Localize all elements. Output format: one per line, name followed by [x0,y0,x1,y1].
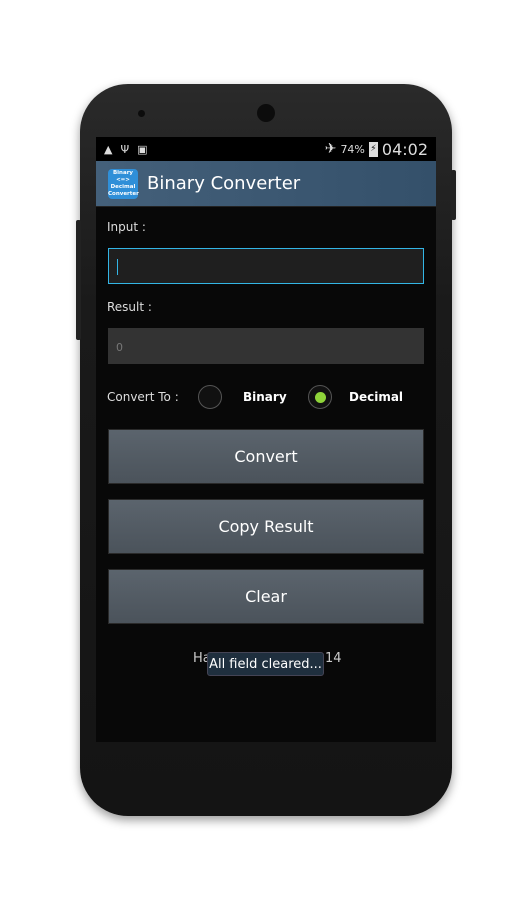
copy-result-button[interactable]: Copy Result [108,499,424,554]
radio-binary[interactable] [198,385,222,409]
airplane-icon: ✈ [324,141,337,157]
cleaner-icon: ▲ [104,142,113,156]
power-button [451,170,456,220]
clear-button[interactable]: Clear [108,569,424,624]
result-label: Result : [107,300,152,314]
action-bar: Binary <=> Decimal Converter Binary Conv… [96,161,436,207]
volume-button [76,220,81,340]
app-icon-text: <=> [116,176,130,183]
result-field[interactable]: 0 [108,328,424,364]
convert-button[interactable]: Convert [108,429,424,484]
convert-to-label: Convert To : [107,390,179,404]
bbm-icon: ▣ [137,142,148,156]
app-icon[interactable]: Binary <=> Decimal Converter [108,168,139,199]
input-field[interactable] [108,248,424,284]
toast-message: All field cleared... [207,652,324,676]
app-icon-text: Binary [112,169,133,176]
text-caret [117,259,118,275]
input-label: Input : [107,220,146,234]
app-icon-text: Decimal [110,183,136,190]
sensor [138,110,145,117]
radio-decimal[interactable] [308,385,332,409]
footer-text-right: 14 [325,651,342,666]
status-bar: ▲ Ψ ▣ ✈ 74% ⚡ 04:02 [96,137,436,161]
app-icon-text: Converter [108,190,139,197]
earpiece [257,104,275,122]
usb-icon: Ψ [120,142,130,156]
screen: ▲ Ψ ▣ ✈ 74% ⚡ 04:02 Binary <=> Decimal C… [96,137,436,742]
app-title: Binary Converter [147,173,301,194]
battery-percent: 74% [340,142,365,156]
clock: 04:02 [381,139,428,159]
radio-binary-label[interactable]: Binary [243,390,287,404]
battery-charging-icon: ⚡ [368,141,378,157]
radio-decimal-label[interactable]: Decimal [349,390,403,404]
